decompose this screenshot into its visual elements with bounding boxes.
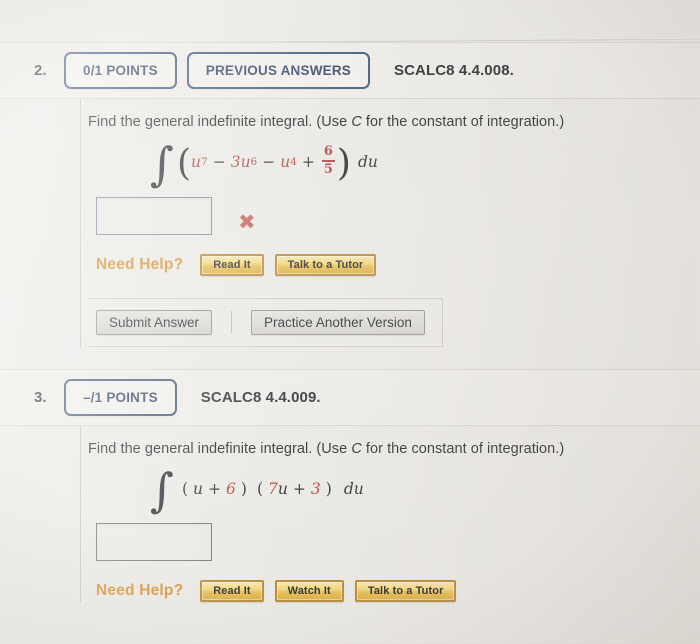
factor-2-operator: +	[292, 479, 306, 498]
question-3-points-badge: –/1 POINTS	[64, 378, 177, 416]
submit-answer-button[interactable]: Submit Answer	[96, 309, 213, 335]
practice-another-version-button[interactable]: Practice Another Version	[251, 309, 425, 335]
question-2-header: 2. 0/1 POINTS PREVIOUS ANSWERS SCALC8 4.…	[0, 42, 700, 99]
fraction-numerator: 6	[323, 144, 333, 160]
factor-1-operator: +	[208, 479, 222, 498]
question-2-submit-wrap: Submit Answer Practice Another Version	[88, 297, 700, 347]
differential-du: du	[357, 153, 378, 172]
question-block-3: 3. –/1 POINTS SCALC8 4.4.009. Find the g…	[0, 368, 700, 603]
question-2-previous-answers-button[interactable]: PREVIOUS ANSWERS	[186, 52, 371, 89]
assignment-page: 2. 0/1 POINTS PREVIOUS ANSWERS SCALC8 4.…	[0, 0, 700, 644]
incorrect-x-icon: ✖	[238, 210, 256, 235]
fraction-denominator: 5	[323, 162, 333, 178]
question-2-answer-row: ✖	[96, 196, 700, 235]
question-3-code: SCALC8 4.4.009.	[200, 388, 321, 406]
question-block-2: 2. 0/1 POINTS PREVIOUS ANSWERS SCALC8 4.…	[0, 42, 700, 347]
question-2-points-badge: 0/1 POINTS	[64, 52, 177, 89]
factor-2-open-paren: (	[256, 479, 264, 498]
question-3-prompt: Find the general indefinite integral. (U…	[88, 440, 700, 460]
factor-1-constant: 6	[226, 479, 236, 498]
integrand: (u +6)(7 u +3)	[177, 480, 337, 498]
term-2-coefficient: 3	[230, 153, 241, 172]
question-2-read-it-button[interactable]: Read It	[200, 253, 264, 276]
question-2-need-help-row: Need Help? Read It Talk to a Tutor	[96, 253, 700, 276]
page-top-divider	[0, 0, 700, 42]
factor-2-close-paren: )	[325, 479, 332, 498]
question-3-integral-expression: ∫ (u +6)(7 u +3) du	[150, 463, 700, 518]
factor-2-variable: u	[277, 479, 288, 498]
question-2-prompt-text-before: Find the general indefinite integral. (U…	[88, 114, 352, 130]
term-2-exponent: 6	[250, 156, 258, 169]
question-3-read-it-button[interactable]: Read It	[200, 580, 264, 603]
factor-2-constant: 3	[310, 479, 321, 498]
factor-1-open-paren: (	[181, 479, 189, 498]
question-2-prompt-variable: C	[351, 114, 362, 130]
integral-sign-icon: ∫	[150, 463, 174, 518]
term-2-base: u	[240, 153, 251, 172]
question-2-integral-expression: ∫ ( u7 − 3u6 − u4 + 6 5 ) du	[150, 136, 700, 191]
question-2-number: 2.	[34, 62, 47, 79]
fraction-six-fifths: 6 5	[321, 144, 335, 178]
question-2-need-help-label: Need Help?	[96, 255, 184, 273]
question-2-talk-to-tutor-button[interactable]: Talk to a Tutor	[274, 253, 377, 276]
integrand: u7 − 3u6 − u4 + 6 5	[191, 144, 337, 178]
question-2-prompt-text-after: for the constant of integration.)	[361, 114, 565, 130]
question-2-prompt: Find the general indefinite integral. (U…	[88, 113, 700, 133]
question-3-prompt-text-before: Find the general indefinite integral. (U…	[88, 440, 352, 457]
question-3-header: 3. –/1 POINTS SCALC8 4.4.009.	[0, 368, 700, 426]
term-2-operator: −	[212, 153, 226, 172]
question-3-body: Find the general indefinite integral. (U…	[0, 425, 700, 603]
question-3-talk-to-tutor-button[interactable]: Talk to a Tutor	[354, 580, 457, 603]
factor-1-variable: u	[193, 479, 204, 498]
question-3-answer-row	[96, 523, 700, 562]
question-3-watch-it-button[interactable]: Watch It	[274, 580, 344, 603]
term-1-base: u	[191, 153, 201, 172]
term-3-exponent: 4	[290, 156, 297, 169]
question-2-code: SCALC8 4.4.008.	[394, 62, 514, 79]
differential-du: du	[343, 479, 364, 498]
term-1-exponent: 7	[201, 156, 208, 169]
open-paren: (	[176, 142, 192, 184]
term-4-operator: +	[301, 153, 315, 172]
question-3-need-help-row: Need Help? Read It Watch It Talk to a Tu…	[96, 580, 700, 603]
term-3-base: u	[280, 153, 291, 172]
close-paren: )	[336, 142, 351, 184]
question-3-answer-input[interactable]	[96, 523, 212, 562]
question-2-answer-input[interactable]	[96, 196, 212, 235]
term-3-operator: −	[262, 153, 276, 172]
factor-2-coefficient: 7	[268, 479, 278, 498]
question-2-body: Find the general indefinite integral. (U…	[0, 99, 700, 347]
factor-1-close-paren: )	[240, 479, 247, 498]
question-3-number: 3.	[34, 388, 47, 406]
question-3-prompt-variable: C	[351, 440, 362, 457]
question-3-need-help-label: Need Help?	[96, 582, 184, 600]
question-3-prompt-text-after: for the constant of integration.)	[361, 440, 565, 457]
button-divider	[231, 311, 233, 334]
question-2-submit-bar: Submit Answer Practice Another Version	[88, 297, 443, 347]
integral-sign-icon: ∫	[150, 136, 174, 191]
